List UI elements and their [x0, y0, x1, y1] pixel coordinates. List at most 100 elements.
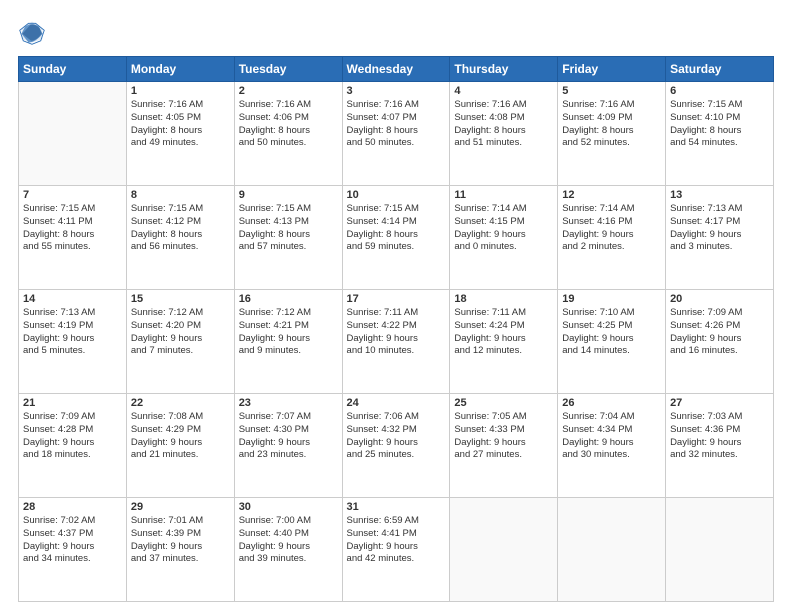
day-number: 15	[131, 293, 230, 305]
day-number: 3	[347, 85, 446, 97]
header	[18, 18, 774, 46]
day-info: Sunrise: 7:16 AM Sunset: 4:09 PM Dayligh…	[562, 99, 661, 150]
day-info: Sunrise: 7:15 AM Sunset: 4:12 PM Dayligh…	[131, 203, 230, 254]
calendar-cell: 5 Sunrise: 7:16 AM Sunset: 4:09 PM Daylig…	[558, 82, 666, 186]
day-number: 24	[347, 397, 446, 409]
day-header-sunday: Sunday	[19, 57, 127, 82]
calendar-cell: 30Sunrise: 7:00 AM Sunset: 4:40 PM Dayli…	[234, 498, 342, 602]
logo	[18, 18, 50, 46]
day-number: 20	[670, 293, 769, 305]
calendar-cell: 22Sunrise: 7:08 AM Sunset: 4:29 PM Dayli…	[126, 394, 234, 498]
week-row-1: 1Sunrise: 7:16 AM Sunset: 4:05 PM Daylig…	[19, 82, 774, 186]
calendar-cell: 3 Sunrise: 7:16 AM Sunset: 4:07 PM Daylig…	[342, 82, 450, 186]
calendar-cell: 23 Sunrise: 7:07 AM Sunset: 4:30 PM Dayli…	[234, 394, 342, 498]
day-number: 13	[670, 189, 769, 201]
day-header-tuesday: Tuesday	[234, 57, 342, 82]
week-row-3: 14 Sunrise: 7:13 AM Sunset: 4:19 PM Dayli…	[19, 290, 774, 394]
day-header-thursday: Thursday	[450, 57, 558, 82]
calendar-cell: 26 Sunrise: 7:04 AM Sunset: 4:34 PM Dayli…	[558, 394, 666, 498]
calendar-cell: 6 Sunrise: 7:15 AM Sunset: 4:10 PM Daylig…	[666, 82, 774, 186]
day-number: 25	[454, 397, 553, 409]
week-row-2: 7 Sunrise: 7:15 AM Sunset: 4:11 PM Daylig…	[19, 186, 774, 290]
day-info: Sunrise: 7:15 AM Sunset: 4:14 PM Dayligh…	[347, 203, 446, 254]
day-number: 9	[239, 189, 338, 201]
day-number: 5	[562, 85, 661, 97]
day-info: Sunrise: 7:15 AM Sunset: 4:11 PM Dayligh…	[23, 203, 122, 254]
day-info: Sunrise: 7:12 AM Sunset: 4:20 PM Dayligh…	[131, 307, 230, 358]
day-info: Sunrise: 7:12 AM Sunset: 4:21 PM Dayligh…	[239, 307, 338, 358]
day-info: Sunrise: 7:09 AM Sunset: 4:26 PM Dayligh…	[670, 307, 769, 358]
calendar-table: SundayMondayTuesdayWednesdayThursdayFrid…	[18, 56, 774, 602]
day-number: 28	[23, 501, 122, 513]
calendar-cell: 24 Sunrise: 7:06 AM Sunset: 4:32 PM Dayli…	[342, 394, 450, 498]
day-number: 1	[131, 85, 230, 97]
calendar-cell: 15 Sunrise: 7:12 AM Sunset: 4:20 PM Dayli…	[126, 290, 234, 394]
calendar-cell: 25Sunrise: 7:05 AM Sunset: 4:33 PM Dayli…	[450, 394, 558, 498]
day-number: 7	[23, 189, 122, 201]
day-info: Sunrise: 7:11 AM Sunset: 4:22 PM Dayligh…	[347, 307, 446, 358]
calendar-cell: 1Sunrise: 7:16 AM Sunset: 4:05 PM Daylig…	[126, 82, 234, 186]
day-number: 4	[454, 85, 553, 97]
calendar-cell: 12 Sunrise: 7:14 AM Sunset: 4:16 PM Dayli…	[558, 186, 666, 290]
day-info: Sunrise: 6:59 AM Sunset: 4:41 PM Dayligh…	[347, 515, 446, 566]
day-info: Sunrise: 7:16 AM Sunset: 4:08 PM Dayligh…	[454, 99, 553, 150]
day-info: Sunrise: 7:14 AM Sunset: 4:15 PM Dayligh…	[454, 203, 553, 254]
calendar-cell: 4 Sunrise: 7:16 AM Sunset: 4:08 PM Daylig…	[450, 82, 558, 186]
calendar-cell	[558, 498, 666, 602]
calendar-cell	[666, 498, 774, 602]
day-info: Sunrise: 7:11 AM Sunset: 4:24 PM Dayligh…	[454, 307, 553, 358]
day-number: 29	[131, 501, 230, 513]
day-number: 6	[670, 85, 769, 97]
calendar-cell: 29 Sunrise: 7:01 AM Sunset: 4:39 PM Dayli…	[126, 498, 234, 602]
day-header-monday: Monday	[126, 57, 234, 82]
calendar-cell: 21Sunrise: 7:09 AM Sunset: 4:28 PM Dayli…	[19, 394, 127, 498]
day-info: Sunrise: 7:09 AM Sunset: 4:28 PM Dayligh…	[23, 411, 122, 462]
calendar-cell: 19 Sunrise: 7:10 AM Sunset: 4:25 PM Dayli…	[558, 290, 666, 394]
day-info: Sunrise: 7:03 AM Sunset: 4:36 PM Dayligh…	[670, 411, 769, 462]
day-info: Sunrise: 7:07 AM Sunset: 4:30 PM Dayligh…	[239, 411, 338, 462]
day-info: Sunrise: 7:06 AM Sunset: 4:32 PM Dayligh…	[347, 411, 446, 462]
calendar-cell: 9 Sunrise: 7:15 AM Sunset: 4:13 PM Daylig…	[234, 186, 342, 290]
day-info: Sunrise: 7:14 AM Sunset: 4:16 PM Dayligh…	[562, 203, 661, 254]
page: SundayMondayTuesdayWednesdayThursdayFrid…	[0, 0, 792, 612]
day-info: Sunrise: 7:01 AM Sunset: 4:39 PM Dayligh…	[131, 515, 230, 566]
day-number: 27	[670, 397, 769, 409]
day-info: Sunrise: 7:15 AM Sunset: 4:13 PM Dayligh…	[239, 203, 338, 254]
calendar-cell: 8 Sunrise: 7:15 AM Sunset: 4:12 PM Daylig…	[126, 186, 234, 290]
calendar-cell: 10 Sunrise: 7:15 AM Sunset: 4:14 PM Dayli…	[342, 186, 450, 290]
day-info: Sunrise: 7:13 AM Sunset: 4:17 PM Dayligh…	[670, 203, 769, 254]
day-number: 17	[347, 293, 446, 305]
week-row-5: 28 Sunrise: 7:02 AM Sunset: 4:37 PM Dayli…	[19, 498, 774, 602]
calendar-cell: 2Sunrise: 7:16 AM Sunset: 4:06 PM Daylig…	[234, 82, 342, 186]
day-number: 10	[347, 189, 446, 201]
day-info: Sunrise: 7:13 AM Sunset: 4:19 PM Dayligh…	[23, 307, 122, 358]
day-number: 19	[562, 293, 661, 305]
day-info: Sunrise: 7:15 AM Sunset: 4:10 PM Dayligh…	[670, 99, 769, 150]
week-row-4: 21Sunrise: 7:09 AM Sunset: 4:28 PM Dayli…	[19, 394, 774, 498]
day-header-wednesday: Wednesday	[342, 57, 450, 82]
day-info: Sunrise: 7:08 AM Sunset: 4:29 PM Dayligh…	[131, 411, 230, 462]
day-number: 16	[239, 293, 338, 305]
calendar-cell: 11Sunrise: 7:14 AM Sunset: 4:15 PM Dayli…	[450, 186, 558, 290]
calendar-cell: 28 Sunrise: 7:02 AM Sunset: 4:37 PM Dayli…	[19, 498, 127, 602]
calendar-cell: 27 Sunrise: 7:03 AM Sunset: 4:36 PM Dayli…	[666, 394, 774, 498]
day-info: Sunrise: 7:10 AM Sunset: 4:25 PM Dayligh…	[562, 307, 661, 358]
day-number: 8	[131, 189, 230, 201]
day-header-saturday: Saturday	[666, 57, 774, 82]
calendar-cell	[450, 498, 558, 602]
day-info: Sunrise: 7:02 AM Sunset: 4:37 PM Dayligh…	[23, 515, 122, 566]
day-info: Sunrise: 7:16 AM Sunset: 4:07 PM Dayligh…	[347, 99, 446, 150]
days-header-row: SundayMondayTuesdayWednesdayThursdayFrid…	[19, 57, 774, 82]
calendar-cell: 17 Sunrise: 7:11 AM Sunset: 4:22 PM Dayli…	[342, 290, 450, 394]
calendar-cell: 18 Sunrise: 7:11 AM Sunset: 4:24 PM Dayli…	[450, 290, 558, 394]
calendar-cell: 7 Sunrise: 7:15 AM Sunset: 4:11 PM Daylig…	[19, 186, 127, 290]
day-number: 14	[23, 293, 122, 305]
day-number: 12	[562, 189, 661, 201]
day-number: 31	[347, 501, 446, 513]
day-number: 18	[454, 293, 553, 305]
calendar-cell	[19, 82, 127, 186]
day-number: 26	[562, 397, 661, 409]
calendar-cell: 16 Sunrise: 7:12 AM Sunset: 4:21 PM Dayli…	[234, 290, 342, 394]
day-number: 23	[239, 397, 338, 409]
day-info: Sunrise: 7:04 AM Sunset: 4:34 PM Dayligh…	[562, 411, 661, 462]
